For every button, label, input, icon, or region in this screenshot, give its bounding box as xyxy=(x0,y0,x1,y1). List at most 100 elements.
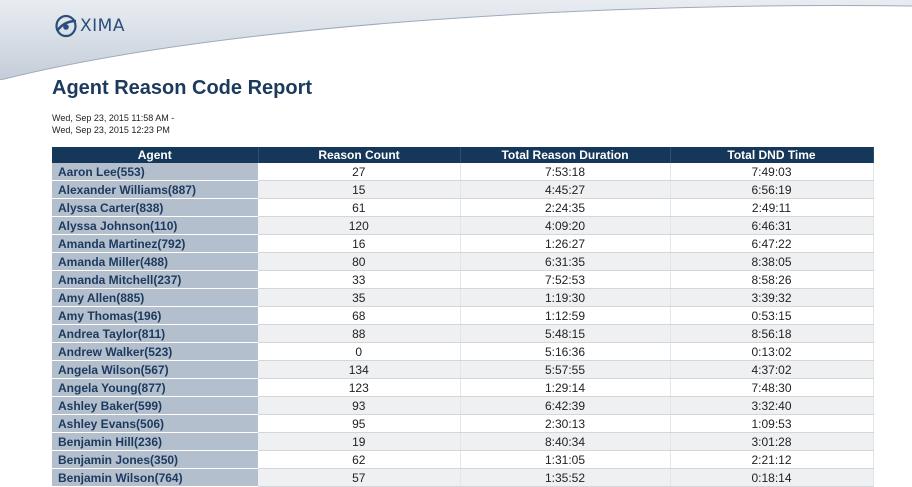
range-end: Wed, Sep 23, 2015 12:23 PM xyxy=(52,125,170,135)
range-start: Wed, Sep 23, 2015 11:58 AM - xyxy=(52,113,175,123)
reason-count-cell: 93 xyxy=(258,396,461,415)
total-reason-duration-cell: 1:12:59 xyxy=(460,306,671,325)
table-body: Aaron Lee(553) 27 7:53:18 7:49:03 Alexander … xyxy=(52,163,874,487)
agent-cell: Angela Young(877) xyxy=(52,378,258,397)
reason-count-cell: 27 xyxy=(258,163,461,181)
table-row: Amy Allen(885) 35 1:19:30 3:39:32 xyxy=(52,288,874,307)
total-dnd-time-cell: 3:39:32 xyxy=(670,288,874,307)
agent-cell: Benjamin Wilson(764) xyxy=(52,468,258,487)
column-header-reason-count: Reason Count xyxy=(258,147,461,163)
agent-cell: Amy Thomas(196) xyxy=(52,306,258,325)
total-dnd-time-cell: 2:49:11 xyxy=(670,198,874,217)
table-row: Ashley Baker(599) 93 6:42:39 3:32:40 xyxy=(52,396,874,415)
logo-text: XIMA xyxy=(80,16,125,36)
total-dnd-time-cell: 1:09:53 xyxy=(670,414,874,433)
table-row: Benjamin Wilson(764) 57 1:35:52 0:18:14 xyxy=(52,468,874,487)
agent-cell: Alexander Williams(887) xyxy=(52,180,258,199)
reason-count-cell: 88 xyxy=(258,324,461,343)
total-reason-duration-cell: 1:31:05 xyxy=(460,450,671,469)
reason-count-cell: 61 xyxy=(258,198,461,217)
table-row: Andrew Walker(523) 0 5:16:36 0:13:02 xyxy=(52,342,874,361)
table-row: Ashley Evans(506) 95 2:30:13 1:09:53 xyxy=(52,414,874,433)
total-reason-duration-cell: 4:09:20 xyxy=(460,216,671,235)
table-row: Aaron Lee(553) 27 7:53:18 7:49:03 xyxy=(52,163,874,181)
agent-cell: Amy Allen(885) xyxy=(52,288,258,307)
reason-count-cell: 15 xyxy=(258,180,461,199)
total-reason-duration-cell: 6:31:35 xyxy=(460,252,671,271)
agent-cell: Amanda Miller(488) xyxy=(52,252,258,271)
total-reason-duration-cell: 5:57:55 xyxy=(460,360,671,379)
reason-count-cell: 62 xyxy=(258,450,461,469)
reason-count-cell: 16 xyxy=(258,234,461,253)
reason-count-cell: 120 xyxy=(258,216,461,235)
table-row: Amy Thomas(196) 68 1:12:59 0:53:15 xyxy=(52,306,874,325)
agent-cell: Benjamin Hill(236) xyxy=(52,432,258,451)
total-dnd-time-cell: 8:38:05 xyxy=(670,252,874,271)
table-row: Alyssa Carter(838) 61 2:24:35 2:49:11 xyxy=(52,198,874,217)
total-reason-duration-cell: 7:52:53 xyxy=(460,270,671,289)
agent-cell: Benjamin Jones(350) xyxy=(52,450,258,469)
xima-logo: XIMA xyxy=(55,14,125,38)
table-row: Angela Wilson(567) 134 5:57:55 4:37:02 xyxy=(52,360,874,379)
reason-count-cell: 0 xyxy=(258,342,461,361)
total-reason-duration-cell: 1:35:52 xyxy=(460,468,671,487)
total-dnd-time-cell: 6:47:22 xyxy=(670,234,874,253)
agent-cell: Alyssa Johnson(110) xyxy=(52,216,258,235)
reason-count-cell: 35 xyxy=(258,288,461,307)
total-reason-duration-cell: 7:53:18 xyxy=(460,163,671,181)
table-row: Andrea Taylor(811) 88 5:48:15 8:56:18 xyxy=(52,324,874,343)
total-dnd-time-cell: 6:46:31 xyxy=(670,216,874,235)
reason-count-cell: 68 xyxy=(258,306,461,325)
total-dnd-time-cell: 0:53:15 xyxy=(670,306,874,325)
total-reason-duration-cell: 2:30:13 xyxy=(460,414,671,433)
column-header-agent: Agent xyxy=(52,147,259,163)
table-row: Amanda Miller(488) 80 6:31:35 8:38:05 xyxy=(52,252,874,271)
total-reason-duration-cell: 4:45:27 xyxy=(460,180,671,199)
total-dnd-time-cell: 3:01:28 xyxy=(670,432,874,451)
header-banner xyxy=(0,0,912,80)
reason-count-cell: 123 xyxy=(258,378,461,397)
reason-count-cell: 19 xyxy=(258,432,461,451)
total-dnd-time-cell: 8:58:26 xyxy=(670,270,874,289)
total-reason-duration-cell: 1:26:27 xyxy=(460,234,671,253)
agent-cell: Andrew Walker(523) xyxy=(52,342,258,361)
reason-count-cell: 57 xyxy=(258,468,461,487)
total-reason-duration-cell: 5:16:36 xyxy=(460,342,671,361)
agent-cell: Aaron Lee(553) xyxy=(52,163,258,181)
agent-cell: Andrea Taylor(811) xyxy=(52,324,258,343)
column-header-total-dnd-time: Total DND Time xyxy=(670,147,874,163)
reason-count-cell: 134 xyxy=(258,360,461,379)
total-dnd-time-cell: 4:37:02 xyxy=(670,360,874,379)
total-reason-duration-cell: 1:19:30 xyxy=(460,288,671,307)
column-header-total-reason-duration: Total Reason Duration xyxy=(460,147,671,163)
agent-cell: Amanda Mitchell(237) xyxy=(52,270,258,289)
table-row: Alexander Williams(887) 15 4:45:27 6:56:19 xyxy=(52,180,874,199)
table-row: Benjamin Jones(350) 62 1:31:05 2:21:12 xyxy=(52,450,874,469)
reason-count-cell: 33 xyxy=(258,270,461,289)
table-header-row: Agent Reason Count Total Reason Duration… xyxy=(52,147,874,163)
table-row: Amanda Mitchell(237) 33 7:52:53 8:58:26 xyxy=(52,270,874,289)
agent-cell: Ashley Baker(599) xyxy=(52,396,258,415)
table-row: Amanda Martinez(792) 16 1:26:27 6:47:22 xyxy=(52,234,874,253)
report-table: Agent Reason Count Total Reason Duration… xyxy=(52,147,874,487)
total-dnd-time-cell: 6:56:19 xyxy=(670,180,874,199)
reason-count-cell: 80 xyxy=(258,252,461,271)
agent-cell: Ashley Evans(506) xyxy=(52,414,258,433)
total-reason-duration-cell: 8:40:34 xyxy=(460,432,671,451)
table-row: Benjamin Hill(236) 19 8:40:34 3:01:28 xyxy=(52,432,874,451)
reason-count-cell: 95 xyxy=(258,414,461,433)
total-dnd-time-cell: 2:21:12 xyxy=(670,450,874,469)
agent-cell: Alyssa Carter(838) xyxy=(52,198,258,217)
xima-swirl-icon xyxy=(55,14,77,38)
agent-cell: Angela Wilson(567) xyxy=(52,360,258,379)
total-dnd-time-cell: 7:49:03 xyxy=(670,163,874,181)
total-dnd-time-cell: 3:32:40 xyxy=(670,396,874,415)
total-dnd-time-cell: 0:18:14 xyxy=(670,468,874,487)
total-dnd-time-cell: 7:48:30 xyxy=(670,378,874,397)
total-reason-duration-cell: 6:42:39 xyxy=(460,396,671,415)
total-dnd-time-cell: 0:13:02 xyxy=(670,342,874,361)
report-date-range: Wed, Sep 23, 2015 11:58 AM - Wed, Sep 23… xyxy=(52,112,174,136)
total-dnd-time-cell: 8:56:18 xyxy=(670,324,874,343)
table-row: Alyssa Johnson(110) 120 4:09:20 6:46:31 xyxy=(52,216,874,235)
page-title: Agent Reason Code Report xyxy=(52,77,313,99)
